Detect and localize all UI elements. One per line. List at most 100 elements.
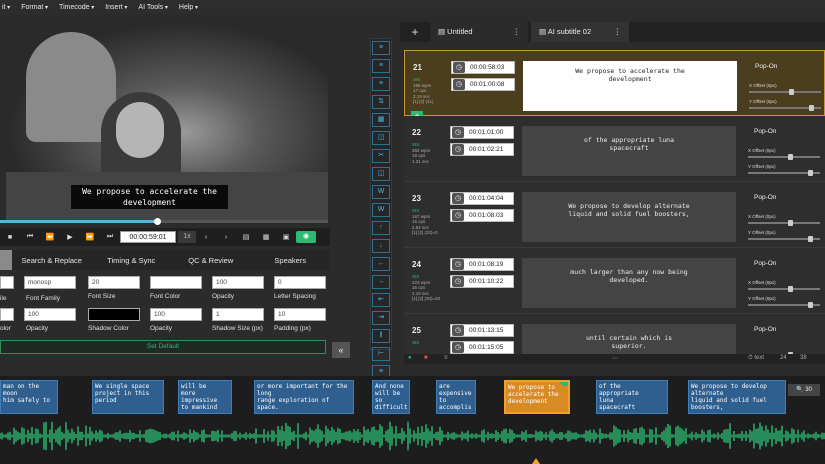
clock-icon[interactable]: ◷ [452,259,464,270]
slider-knob[interactable] [788,154,793,160]
x-offset-slider[interactable] [748,286,820,292]
y-offset-slider[interactable] [748,170,820,176]
subtitle-text[interactable]: of the appropriate luna spacecraft [522,126,736,176]
y-offset-slider[interactable] [749,105,821,111]
chevron-right-icon[interactable]: › [216,234,236,241]
fast-forward-icon[interactable]: ⏩ [80,233,100,241]
subtitle-style-icon[interactable]: ▦ [256,233,276,241]
opacity2-field[interactable]: 100 [24,308,76,321]
align-center-icon[interactable]: ≡ [372,59,390,73]
timeline-segment[interactable]: We propose to accelerate the development [504,380,570,414]
column-icon[interactable]: ‖ [372,329,390,343]
tab-menu-icon[interactable]: ⋮ [513,22,521,42]
subtitle-text[interactable]: We propose to develop alternate liquid a… [522,192,736,242]
popon-select[interactable]: Pop-On [754,128,776,135]
clock-icon[interactable]: ◷ [452,210,464,221]
slider-knob[interactable] [808,170,813,176]
subtitle-row[interactable]: 21 SIS 156 wpm 17 cps 2.19 sec [1] [2] (… [404,50,825,121]
clock-icon[interactable]: ◷ [453,62,465,73]
set-default-button[interactable]: Set Default [0,340,326,354]
shadow-size-field[interactable]: 1 [212,308,264,321]
video-player[interactable]: We propose to accelerate the development [6,22,328,222]
tab-speakers[interactable]: Speakers [251,256,331,265]
audio-waveform[interactable] [0,418,825,464]
x-offset-slider[interactable] [748,220,820,226]
y-offset-slider[interactable] [748,236,820,242]
grid-icon[interactable]: ▦ [372,113,390,127]
align-right-icon[interactable]: ≡ [372,77,390,91]
slider-knob[interactable] [788,286,793,292]
save-frame-icon[interactable]: ▣ [276,233,296,241]
menu-insert[interactable]: Insert [105,4,127,11]
subtitle-text[interactable]: until certain which is superior. [522,324,736,354]
playhead-marker[interactable] [532,458,540,464]
subtitle-row[interactable]: 25 SIS 00:01:13:15 ◷ 00:01:15:05 ◷ until… [404,314,825,354]
tab-qc-review[interactable]: QC & Review [171,256,251,265]
style-field-cutoff[interactable] [0,276,14,289]
popon-select[interactable]: Pop-On [754,326,776,333]
subtitle-row[interactable]: 23 SIS 167 wpm 15 cps 2.94 sec [1] [2] (… [404,182,825,248]
speed-display[interactable]: 1x [178,231,196,243]
tab-untitled[interactable]: ▤ Untitled ⋮ [430,22,528,42]
x-offset-slider[interactable] [748,154,820,160]
visibility-toggle[interactable]: ◉ [296,231,316,243]
shadow-color-swatch[interactable] [88,308,140,321]
timeline-segment[interactable]: We propose to develop alternate liquid a… [688,380,786,414]
play-icon[interactable]: ▶ [60,233,80,241]
cut-icon[interactable]: ✂ [372,149,390,163]
subtitle-row[interactable]: 24 SIS 223 wpm 16 cps 2.10 sec [1] [2] (… [404,248,825,314]
more-icon[interactable]: ⋯ [612,355,618,362]
font-size-field[interactable]: 20 [88,276,140,289]
layout-icon[interactable]: ◫ [372,167,390,181]
tab-search-replace[interactable]: Search & Replace [12,256,92,265]
clock-icon[interactable]: ◷ [453,79,465,90]
clock-icon[interactable]: ◷ [452,342,464,353]
tab-timing-sync[interactable]: Timing & Sync [92,256,172,265]
shadow-opacity-field[interactable]: 100 [150,308,202,321]
tab-style[interactable] [0,250,12,270]
collapse-panel-icon[interactable]: « [332,342,350,358]
move-down-icon[interactable]: ↓ [372,239,390,253]
menu-format[interactable]: Format [21,4,48,11]
slider-knob[interactable] [808,302,813,308]
video-progress[interactable] [0,218,328,225]
clock-icon[interactable]: ◷ [452,193,464,204]
merge-icon[interactable]: ⇅ [372,95,390,109]
popon-select[interactable]: Pop-On [754,260,776,267]
menu-edit[interactable]: it [2,4,10,11]
align-left-icon[interactable]: ≡ [372,41,390,55]
timeline-segment[interactable]: are expensive to accomplis [436,380,476,414]
skip-forward-icon[interactable]: ⏭ [100,233,120,241]
tab-menu-icon[interactable]: ⋮ [614,22,622,42]
timeline-segment[interactable]: of the appropriate luna spacecraft [596,380,668,414]
insert-after-icon[interactable]: ⇥ [372,311,390,325]
font-color-swatch[interactable] [150,276,202,289]
timeline-track[interactable]: man on the moon him safely to We single … [0,376,825,418]
opacity-field[interactable]: 100 [212,276,264,289]
word-wrap-icon[interactable]: W [372,185,390,199]
popon-select[interactable]: Pop-On [754,194,776,201]
slider-knob[interactable] [808,236,813,242]
subtitle-row[interactable]: 22 SIS 392 wpm 18 cps 1.21 sec 00:01:01:… [404,116,825,182]
tab-ai-subtitle[interactable]: ▤ AI subtitle 02 ⋮ [531,22,629,42]
y-offset-slider[interactable] [748,302,820,308]
join-icon[interactable]: ⊢ [372,347,390,361]
timeline-segment[interactable]: or more important for the long range exp… [254,380,354,414]
split-icon[interactable]: ◫ [372,131,390,145]
font-family-select[interactable]: monosp [24,276,76,289]
settings-icon[interactable]: ≡ [444,355,448,361]
rewind-icon[interactable]: ⏪ [40,233,60,241]
x-offset-slider[interactable] [749,89,821,95]
delete-icon[interactable]: ■ [424,355,428,361]
progress-knob[interactable] [154,218,162,225]
timeline-segment[interactable]: And none will be so difficult [372,380,410,414]
move-up-icon[interactable]: ↑ [372,221,390,235]
color-swatch-cutoff[interactable] [0,308,14,321]
menu-ai-tools[interactable]: AI Tools [138,4,167,11]
popon-select[interactable]: Pop-On [755,63,777,70]
chevron-left-icon[interactable]: ‹ [196,234,216,241]
slider-knob[interactable] [788,220,793,226]
clock-icon[interactable]: ◷ [452,144,464,155]
add-tab-icon[interactable]: + [400,25,430,39]
timecode-display[interactable]: 00:00:59:01 [120,231,176,243]
